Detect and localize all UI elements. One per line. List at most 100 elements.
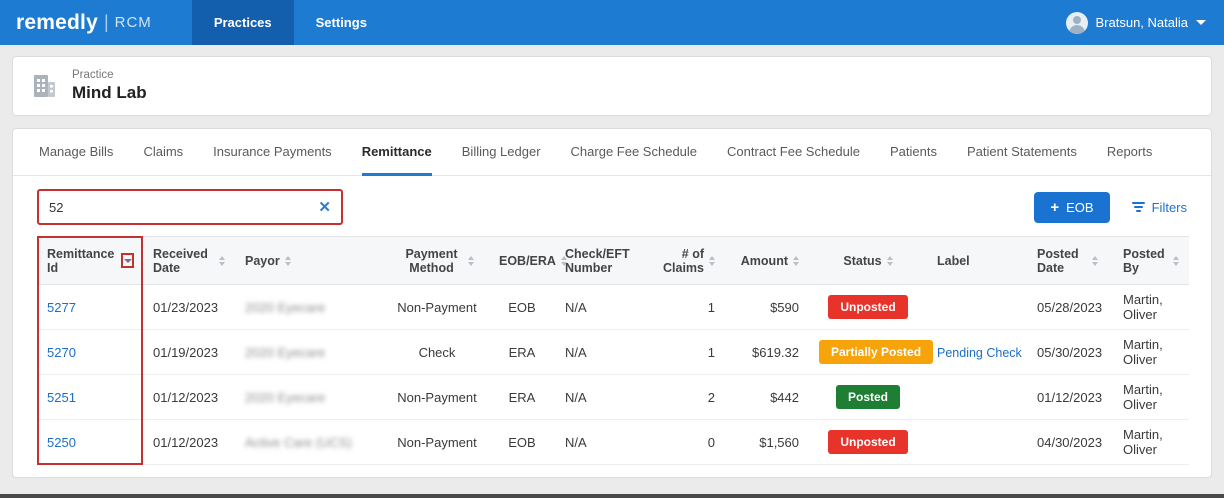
cell-received-date: 01/12/2023 (143, 419, 235, 465)
header-amount[interactable]: Amount (725, 236, 809, 285)
cell-payor: Active Care (UCS) (245, 434, 352, 450)
status-badge: Unposted (828, 430, 908, 454)
cell-eob-era: ERA (489, 374, 555, 420)
brand-logo: remedly | RCM (16, 0, 152, 45)
filters-button[interactable]: Filters (1131, 199, 1187, 215)
header-label: Amount (740, 253, 788, 268)
sort-icon (793, 255, 799, 266)
cell-eob-era: EOB (489, 284, 555, 330)
table-row[interactable]: 5250 01/12/2023 Active Care (UCS) Non-Pa… (37, 419, 1189, 465)
tab-patients[interactable]: Patients (890, 129, 937, 176)
sort-icon (467, 255, 474, 266)
sort-icon (709, 255, 715, 266)
tab-reports[interactable]: Reports (1107, 129, 1153, 176)
cell-check-eft: N/A (555, 374, 647, 420)
remittance-table: Remittance Id Received Date Payor Paymen… (37, 236, 1189, 465)
cell-posted-by: Martin, Oliver (1113, 284, 1189, 330)
remittance-id-link[interactable]: 5277 (47, 300, 76, 315)
brand-divider: | (103, 12, 109, 32)
cell-amount: $590 (725, 284, 809, 330)
nav-item-label: Settings (315, 15, 367, 30)
tab-insurance-payments[interactable]: Insurance Payments (213, 129, 332, 176)
status-badge: Unposted (828, 295, 908, 319)
column-dropdown-icon[interactable] (121, 253, 135, 268)
tab-patient-statements[interactable]: Patient Statements (967, 129, 1077, 176)
sort-icon (219, 255, 225, 266)
nav-item-label: Practices (213, 15, 272, 30)
cell-label[interactable]: Pending Check (937, 346, 1022, 360)
toolbar: ✕ + EOB Filters (13, 176, 1211, 236)
cell-check-eft: N/A (555, 419, 647, 465)
header-label: Payment Method (405, 246, 458, 275)
cell-received-date: 01/23/2023 (143, 284, 235, 330)
cell-posted-date: 01/12/2023 (1027, 374, 1113, 420)
cell-num-claims: 1 (647, 329, 725, 375)
table-row[interactable]: 5270 01/19/2023 2020 Eyecare Check ERA N… (37, 329, 1189, 375)
clear-search-icon[interactable]: ✕ (318, 200, 331, 215)
tab-billing-ledger[interactable]: Billing Ledger (462, 129, 541, 176)
plus-icon: + (1050, 198, 1060, 216)
cell-eob-era: EOB (489, 419, 555, 465)
header-label: Payor (245, 253, 280, 268)
cell-payment-method: Non-Payment (385, 419, 489, 465)
user-menu[interactable]: Bratsun, Natalia (1065, 0, 1206, 45)
cell-payor: 2020 Eyecare (245, 299, 326, 315)
cell-posted-by: Martin, Oliver (1113, 329, 1189, 375)
header-label: Status (843, 253, 882, 268)
sort-icon (284, 255, 291, 266)
tab-charge-fee-schedule[interactable]: Charge Fee Schedule (571, 129, 697, 176)
header-check-eft-number[interactable]: Check/EFT Number (555, 236, 647, 285)
remittance-table-wrap: Remittance Id Received Date Payor Paymen… (37, 236, 1189, 465)
remittance-id-link[interactable]: 5270 (47, 345, 76, 360)
header-num-claims[interactable]: # of Claims (647, 236, 725, 285)
filter-icon (1131, 202, 1145, 212)
cell-num-claims: 2 (647, 374, 725, 420)
header-label: # of Claims (663, 246, 704, 275)
table-header-row: Remittance Id Received Date Payor Paymen… (37, 236, 1189, 285)
search-box: ✕ (37, 189, 343, 225)
nav-item-settings[interactable]: Settings (294, 0, 389, 45)
header-received-date[interactable]: Received Date (143, 236, 235, 285)
add-eob-button[interactable]: + EOB (1034, 191, 1110, 223)
filters-label: Filters (1151, 199, 1187, 215)
table-row[interactable]: 5277 01/23/2023 2020 Eyecare Non-Payment… (37, 284, 1189, 330)
header-label: Posted Date (1037, 246, 1079, 275)
practice-name: Mind Lab (72, 83, 147, 102)
practice-label: Practice (72, 69, 114, 81)
tab-contract-fee-schedule[interactable]: Contract Fee Schedule (727, 129, 860, 176)
tab-claims[interactable]: Claims (143, 129, 183, 176)
window-bottom-edge (0, 494, 1224, 498)
sort-icon (1173, 255, 1179, 266)
brand-product: RCM (114, 14, 152, 31)
cell-received-date: 01/12/2023 (143, 374, 235, 420)
practice-info: Practice Mind Lab (72, 69, 147, 103)
header-payment-method[interactable]: Payment Method (385, 236, 489, 285)
tab-remittance[interactable]: Remittance (361, 129, 432, 176)
remittance-id-link[interactable]: 5251 (47, 390, 76, 405)
cell-posted-date: 05/30/2023 (1027, 329, 1113, 375)
search-input[interactable] (49, 199, 319, 215)
building-icon (29, 71, 59, 101)
tab-manage-bills[interactable]: Manage Bills (39, 129, 113, 176)
tab-bar: Manage Bills Claims Insurance Payments R… (13, 129, 1211, 176)
top-navigation: Practices Settings (191, 0, 389, 45)
remittance-id-link[interactable]: 5250 (47, 435, 76, 450)
table-row[interactable]: 5251 01/12/2023 2020 Eyecare Non-Payment… (37, 374, 1189, 420)
cell-num-claims: 1 (647, 284, 725, 330)
status-badge: Partially Posted (819, 340, 934, 364)
header-payor[interactable]: Payor (235, 236, 385, 285)
header-posted-by[interactable]: Posted By (1113, 236, 1189, 285)
header-eob-era[interactable]: EOB/ERA (489, 236, 567, 285)
cell-eob-era: ERA (489, 329, 555, 375)
cell-payment-method: Non-Payment (385, 374, 489, 420)
header-label-col[interactable]: Label (927, 236, 1027, 285)
practice-card: Practice Mind Lab (12, 56, 1212, 116)
top-header-bar: remedly | RCM Practices Settings Bratsun… (0, 0, 1224, 45)
cell-received-date: 01/19/2023 (143, 329, 235, 375)
nav-item-practices[interactable]: Practices (191, 0, 294, 45)
header-posted-date[interactable]: Posted Date (1027, 236, 1113, 285)
cell-payor: 2020 Eyecare (245, 344, 326, 360)
header-remittance-id[interactable]: Remittance Id (37, 236, 143, 285)
cell-check-eft: N/A (555, 284, 647, 330)
header-status[interactable]: Status (809, 236, 927, 285)
